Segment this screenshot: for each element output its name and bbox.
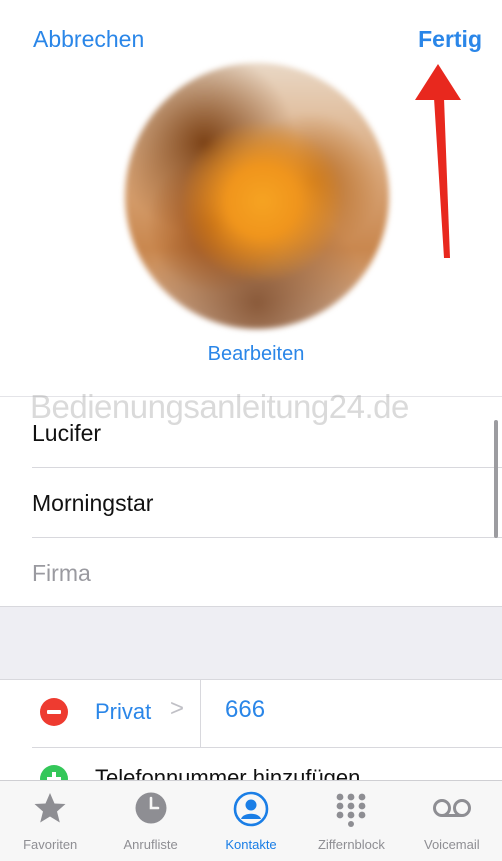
star-icon bbox=[34, 793, 66, 823]
section-gap bbox=[0, 606, 502, 680]
tab-label: Favoriten bbox=[23, 837, 78, 852]
tab-label: Ziffernblock bbox=[317, 837, 385, 852]
delete-phone-icon[interactable] bbox=[40, 698, 68, 726]
last-name-value: Morningstar bbox=[32, 489, 154, 516]
phone-label-button[interactable]: Privat bbox=[95, 699, 151, 725]
contacts-icon bbox=[233, 791, 269, 827]
phone-number-field[interactable]: 666 bbox=[225, 696, 265, 724]
tab-label: Voicemail bbox=[424, 837, 480, 852]
phone-row: Privat > 666 bbox=[0, 679, 502, 747]
tab-bar: Favoriten Anrufliste Kontakte Ziffernblo… bbox=[0, 780, 502, 861]
tab-contacts[interactable]: Kontakte bbox=[201, 781, 301, 861]
company-field[interactable]: Firma bbox=[32, 538, 502, 608]
voicemail-icon bbox=[432, 799, 471, 817]
scrollbar[interactable] bbox=[494, 420, 498, 538]
keypad-icon bbox=[337, 793, 366, 827]
edit-photo-button[interactable]: Bearbeiten bbox=[0, 343, 502, 366]
tab-voicemail[interactable]: Voicemail bbox=[402, 781, 502, 861]
done-button[interactable]: Fertig bbox=[418, 26, 482, 53]
clock-icon bbox=[135, 792, 167, 824]
contact-photo[interactable] bbox=[125, 63, 389, 329]
first-name-field[interactable]: Lucifer bbox=[32, 398, 502, 468]
last-name-field[interactable]: Morningstar bbox=[32, 468, 502, 538]
tab-recents[interactable]: Anrufliste bbox=[100, 781, 200, 861]
annotation-arrow-icon bbox=[415, 64, 461, 258]
tab-keypad[interactable]: Ziffernblock bbox=[301, 781, 401, 861]
company-placeholder: Firma bbox=[32, 559, 91, 586]
chevron-right-icon: > bbox=[170, 695, 185, 722]
tab-label: Kontakte bbox=[225, 837, 277, 852]
tab-label: Anrufliste bbox=[123, 837, 178, 852]
divider bbox=[200, 679, 201, 747]
cancel-button[interactable]: Abbrechen bbox=[33, 26, 144, 53]
tab-favorites[interactable]: Favoriten bbox=[0, 781, 100, 861]
first-name-value: Lucifer bbox=[32, 419, 102, 446]
